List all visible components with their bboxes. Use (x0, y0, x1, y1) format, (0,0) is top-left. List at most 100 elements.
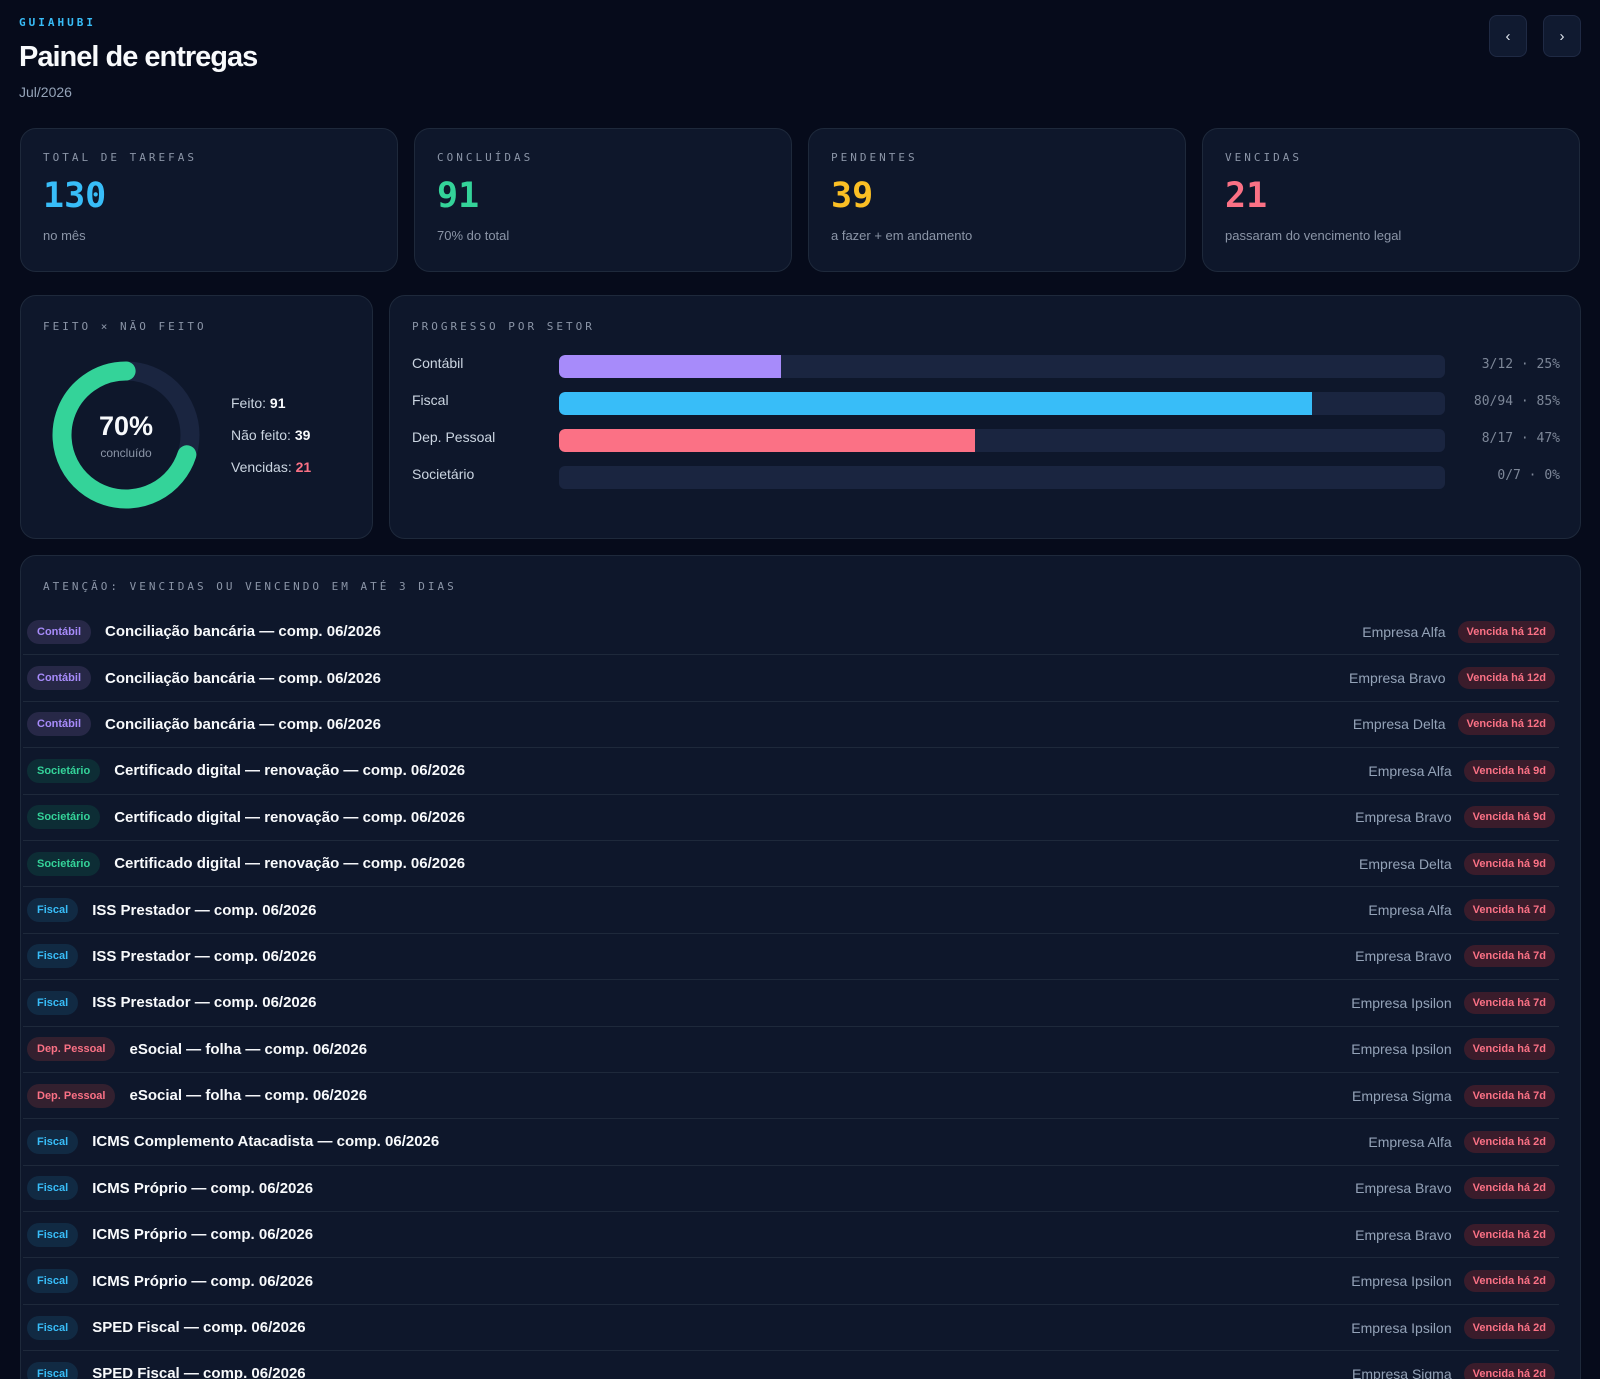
chevron-left-icon: ‹ (1505, 27, 1511, 45)
overdue-badge: Vencida há 7d (1463, 991, 1555, 1014)
sector-progress-panel: PROGRESSO POR SETOR Contábil 3/12 · 25% … (389, 295, 1581, 539)
company-name: Empresa Sigma (1352, 1087, 1452, 1104)
task-title: Certificado digital — renovação — comp. … (114, 808, 466, 826)
alert-row[interactable]: Contábil Conciliação bancária — comp. 06/… (23, 702, 1559, 749)
company-name: Empresa Bravo (1349, 670, 1446, 687)
sector-tag: Fiscal (27, 990, 79, 1015)
alert-row[interactable]: Fiscal ICMS Próprio — comp. 06/2026 Empres… (23, 1212, 1559, 1259)
overdue-badge: Vencida há 9d (1463, 806, 1555, 829)
alerts-list: Contábil Conciliação bancária — comp. 06/… (23, 609, 1559, 1379)
progress-fill (559, 355, 781, 378)
sector-tag: Contábil (27, 619, 91, 644)
task-title: Certificado digital — renovação — comp. … (114, 762, 466, 780)
task-title: eSocial — folha — comp. 06/2026 (129, 1040, 368, 1058)
sector-row-societario: Societário 0/7 · 0% (412, 464, 1560, 489)
previous-period-button[interactable]: ‹ (1489, 15, 1527, 57)
panel-label: ATENÇÃO: VENCIDAS OU VENCENDO EM ATÉ 3 D… (43, 580, 457, 593)
overdue-badge: Vencida há 9d (1463, 852, 1555, 875)
period-label: Jul/2026 (19, 84, 72, 100)
alert-row[interactable]: Fiscal ICMS Próprio — comp. 06/2026 Empres… (23, 1258, 1559, 1305)
overdue-badge: Vencida há 2d (1463, 1223, 1555, 1246)
alert-row[interactable]: Dep. Pessoal eSocial — folha — comp. 06/2… (23, 1073, 1559, 1120)
progress-fill (559, 392, 1313, 415)
sector-row-contabil: Contábil 3/12 · 25% (412, 353, 1560, 378)
alert-row[interactable]: Dep. Pessoal eSocial — folha — comp. 06/2… (23, 1027, 1559, 1073)
sector-name: Societário (412, 466, 475, 482)
task-title: ICMS Próprio — comp. 06/2026 (92, 1179, 314, 1197)
sector-tag: Contábil (27, 712, 91, 737)
task-title: SPED Fiscal — comp. 06/2026 (92, 1365, 306, 1379)
alert-row[interactable]: Societário Certificado digital — renovaçã… (23, 795, 1559, 841)
alert-row[interactable]: Fiscal ISS Prestador — comp. 06/2026 Empre… (23, 887, 1559, 934)
overdue-badge: Vencida há 9d (1463, 759, 1555, 782)
panel-label: PROGRESSO POR SETOR (412, 320, 595, 333)
progress-track (559, 429, 1445, 452)
page-title: Painel de entregas (19, 41, 258, 73)
kpi-note: a fazer + em andamento (831, 228, 973, 243)
company-name: Empresa Bravo (1355, 809, 1452, 826)
alert-row[interactable]: Societário Certificado digital — renovaçã… (23, 841, 1559, 888)
alert-row[interactable]: Contábil Conciliação bancária — comp. 06/… (23, 609, 1559, 656)
alert-row[interactable]: Societário Certificado digital — renovaçã… (23, 748, 1559, 795)
sector-tag: Dep. Pessoal (27, 1037, 116, 1062)
legend-not-done: Não feito: 39 (231, 427, 311, 443)
task-title: ICMS Complemento Atacadista — comp. 06/2… (92, 1133, 440, 1151)
task-title: ISS Prestador — comp. 06/2026 (92, 947, 317, 965)
task-title: ISS Prestador — comp. 06/2026 (92, 994, 317, 1012)
company-name: Empresa Delta (1352, 716, 1446, 733)
sector-tag: Fiscal (27, 1222, 79, 1247)
task-title: Conciliação bancária — comp. 06/2026 (105, 715, 381, 733)
sector-row-fiscal: Fiscal 80/94 · 85% (412, 390, 1560, 415)
donut-legend: Feito: 91 Não feito: 39 Vencidas: 21 (231, 394, 311, 490)
kpi-label: TOTAL DE TAREFAS (43, 151, 197, 164)
task-title: Certificado digital — renovação — comp. … (114, 855, 466, 873)
company-name: Empresa Ipsilon (1351, 1273, 1452, 1290)
legend-done-value: 91 (269, 395, 286, 411)
legend-overdue: Vencidas: 21 (231, 459, 312, 475)
kpi-value: 21 (1225, 176, 1268, 216)
sector-tag: Fiscal (27, 1269, 79, 1294)
overdue-badge: Vencida há 12d (1457, 620, 1555, 643)
company-name: Empresa Bravo (1355, 1180, 1452, 1197)
sector-tag: Fiscal (27, 1361, 79, 1379)
company-name: Empresa Alfa (1368, 762, 1452, 779)
kpi-card-pendentes: PENDENTES 39 a fazer + em andamento (808, 128, 1186, 272)
kpi-card-vencidas: VENCIDAS 21 passaram do vencimento legal (1202, 128, 1580, 272)
alert-row[interactable]: Fiscal ICMS Próprio — comp. 06/2026 Empres… (23, 1166, 1559, 1213)
overdue-badge: Vencida há 12d (1457, 713, 1555, 736)
next-period-button[interactable]: › (1543, 15, 1581, 57)
sector-stat: 80/94 · 85% (1473, 394, 1560, 409)
alert-row[interactable]: Fiscal ISS Prestador — comp. 06/2026 Empre… (23, 980, 1559, 1027)
company-name: Empresa Alfa (1362, 623, 1446, 640)
chevron-right-icon: › (1559, 27, 1565, 45)
task-title: Conciliação bancária — comp. 06/2026 (105, 623, 381, 641)
alert-row[interactable]: Fiscal ICMS Complemento Atacadista — comp… (23, 1119, 1559, 1166)
brand-label: GUIAHUBI (19, 16, 96, 29)
task-title: ICMS Próprio — comp. 06/2026 (92, 1226, 314, 1244)
sector-name: Contábil (412, 355, 464, 371)
overdue-badge: Vencida há 7d (1463, 899, 1555, 922)
overdue-badge: Vencida há 12d (1457, 667, 1555, 690)
kpi-value: 130 (43, 176, 107, 216)
alert-row[interactable]: Fiscal SPED Fiscal — comp. 06/2026 Empresa… (23, 1305, 1559, 1352)
donut-percent: 70% (98, 410, 154, 441)
overdue-badge: Vencida há 7d (1463, 945, 1555, 968)
legend-overdue-value: 21 (295, 459, 312, 475)
progress-track (559, 466, 1445, 489)
kpi-note: passaram do vencimento legal (1225, 228, 1402, 243)
kpi-note: 70% do total (437, 228, 510, 243)
task-title: SPED Fiscal — comp. 06/2026 (92, 1319, 306, 1337)
sector-tag: Dep. Pessoal (27, 1083, 116, 1108)
task-title: eSocial — folha — comp. 06/2026 (129, 1087, 368, 1105)
alert-row[interactable]: Contábil Conciliação bancária — comp. 06/… (23, 655, 1559, 702)
alert-row[interactable]: Fiscal SPED Fiscal — comp. 06/2026 Empresa… (23, 1351, 1559, 1379)
overdue-badge: Vencida há 2d (1463, 1130, 1555, 1153)
legend-not-done-value: 39 (294, 427, 311, 443)
kpi-label: VENCIDAS (1225, 151, 1302, 164)
sector-tag: Societário (27, 851, 101, 876)
sector-name: Dep. Pessoal (412, 429, 496, 445)
alert-row[interactable]: Fiscal ISS Prestador — comp. 06/2026 Empre… (23, 934, 1559, 981)
company-name: Empresa Alfa (1368, 902, 1452, 919)
sector-tag: Societário (27, 758, 101, 783)
kpi-card-concluidas: CONCLUÍDAS 91 70% do total (414, 128, 792, 272)
